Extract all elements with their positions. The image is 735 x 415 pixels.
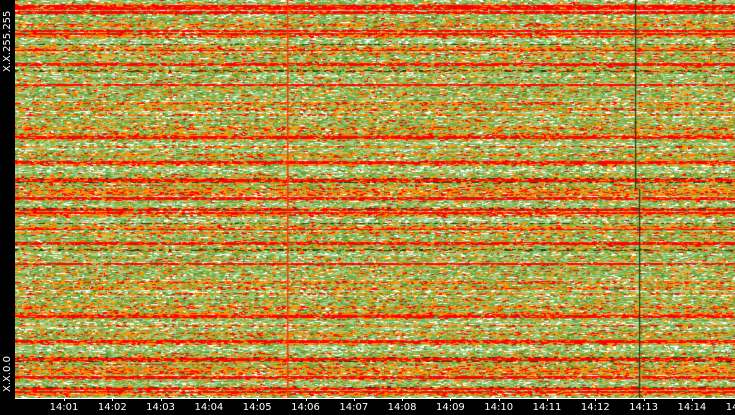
y-label-bottom-text: X.X.0.0 <box>2 356 13 392</box>
x-axis-line <box>15 398 735 399</box>
x-tick <box>450 398 452 401</box>
x-axis: 14:01 14:02 14:03 14:04 14:05 14:06 14:07 14:08… <box>0 398 735 415</box>
x-tick <box>64 398 65 401</box>
x-tick-label: 14:08 <box>387 402 417 413</box>
x-tick-label: 14:13 <box>629 402 659 413</box>
x-tick-label: 14:10 <box>484 402 514 413</box>
x-tick-label: 14:02 <box>97 402 127 413</box>
x-tick-label: 14:14 <box>677 402 707 413</box>
x-tick-label: 14:15 <box>725 402 735 413</box>
x-tick-label: 14:11 <box>532 402 562 413</box>
x-tick <box>208 398 210 401</box>
x-tick-label: 14:06 <box>291 402 320 413</box>
x-tick-label: 14:09 <box>435 402 465 413</box>
y-axis: X.X.255.255 X.X.0.0 <box>0 0 15 400</box>
x-tick <box>305 398 307 401</box>
x-tick <box>257 398 259 401</box>
x-tick <box>402 398 404 401</box>
x-tick-label: 14:01 <box>49 402 79 413</box>
x-tick <box>160 398 162 401</box>
x-tick-label: 14:05 <box>242 402 272 413</box>
y-label-top-text: X.X.255.255 <box>2 10 13 72</box>
x-tick <box>691 398 693 401</box>
x-tick-label: 14:12 <box>580 402 610 413</box>
x-tick-label: 14:04 <box>194 402 224 413</box>
x-tick <box>595 398 597 401</box>
x-tick-label: 14:07 <box>339 402 369 413</box>
x-tick-label: 14:03 <box>146 402 176 413</box>
x-tick <box>353 398 355 401</box>
x-tick <box>643 398 645 401</box>
x-tick <box>112 398 114 401</box>
x-tick <box>498 398 500 401</box>
heatmap-canvas[interactable] <box>15 0 735 398</box>
x-tick <box>547 398 548 401</box>
